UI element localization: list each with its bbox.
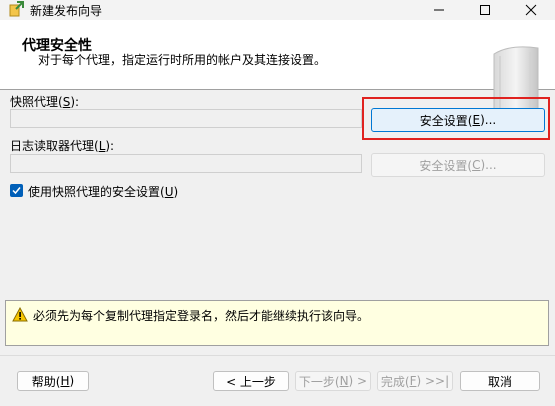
use-snapshot-security-checkbox[interactable] [10, 184, 23, 197]
close-icon [525, 4, 537, 16]
snapshot-agent-label: 快照代理(S): [10, 95, 80, 109]
title-bar: 新建发布向导 [0, 0, 555, 20]
maximize-icon [480, 5, 490, 15]
warning-text: 必须先为每个复制代理指定登录名，然后才能继续执行该向导。 [33, 309, 370, 323]
cancel-button[interactable]: 取消 [460, 371, 540, 391]
minimize-button[interactable] [416, 0, 462, 20]
use-snapshot-security-label[interactable]: 使用快照代理的安全设置(U) [28, 183, 178, 200]
wizard-header: 代理安全性 对于每个代理，指定运行时所用的帐户及其连接设置。 [0, 20, 555, 111]
close-button[interactable] [508, 0, 554, 20]
warning-icon [12, 306, 28, 325]
finish-button[interactable]: 完成(F) >>| [377, 371, 453, 391]
log-reader-agent-label: 日志读取器代理(L): [10, 139, 115, 153]
snapshot-agent-field [10, 109, 362, 128]
warning-message-box: 必须先为每个复制代理指定登录名，然后才能继续执行该向导。 [5, 300, 549, 346]
log-reader-agent-field [10, 154, 362, 173]
next-button[interactable]: 下一步(N) > [295, 371, 371, 391]
log-reader-security-settings-button[interactable]: 安全设置(C)... [371, 153, 545, 177]
page-subtitle: 对于每个代理，指定运行时所用的帐户及其连接设置。 [38, 53, 327, 67]
snapshot-security-settings-button[interactable]: 安全设置(E)... [371, 108, 545, 132]
minimize-icon [434, 9, 444, 11]
back-button[interactable]: < 上一步 [213, 371, 289, 391]
window-title: 新建发布向导 [30, 4, 103, 18]
maximize-button[interactable] [462, 0, 508, 20]
checkmark-icon [12, 187, 21, 195]
help-button[interactable]: 帮助(H) [17, 371, 89, 391]
wizard-app-icon [8, 1, 24, 17]
footer-divider [0, 355, 555, 356]
